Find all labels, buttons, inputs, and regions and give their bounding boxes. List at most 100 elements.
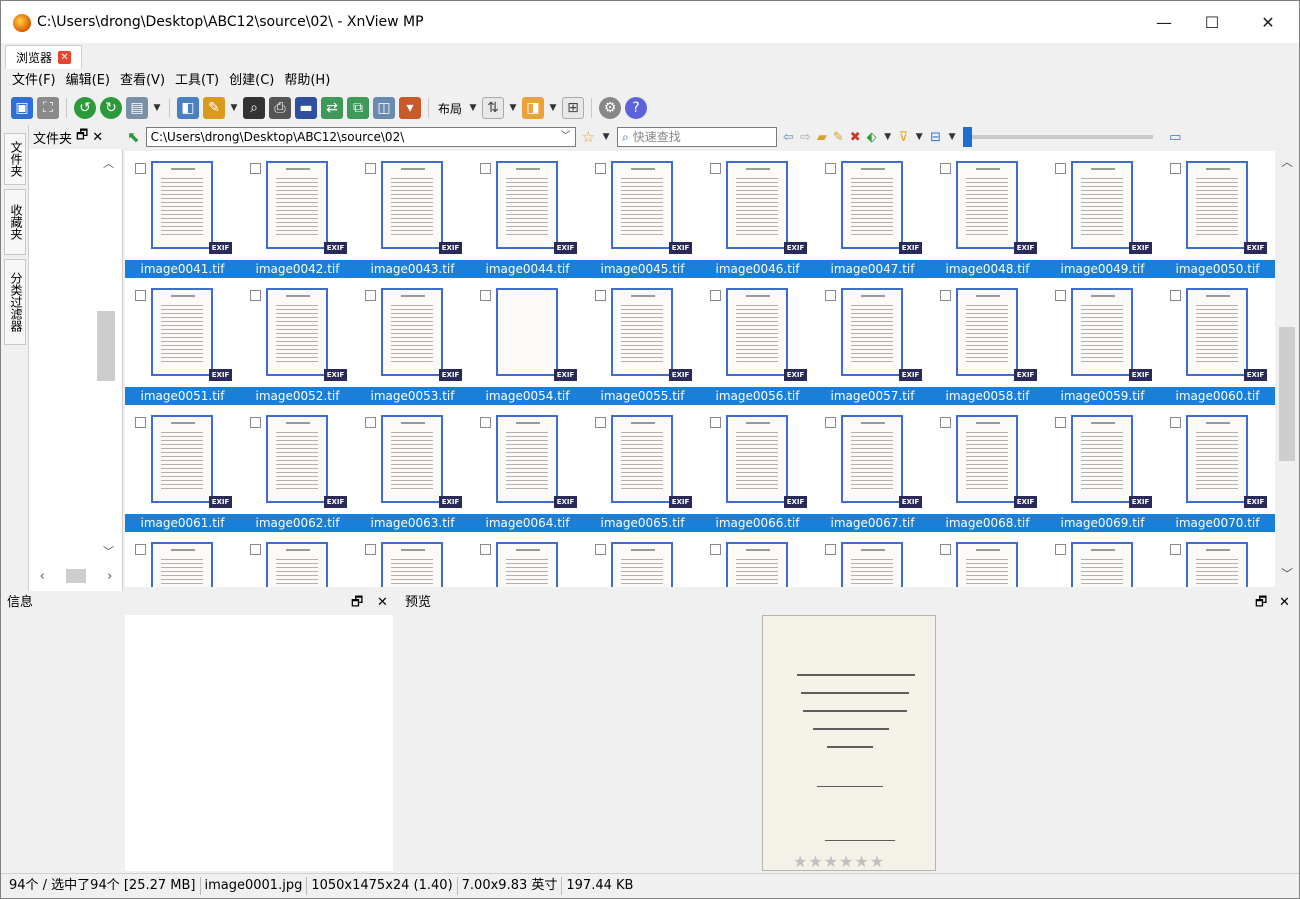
menu-view[interactable]: 查看(V): [115, 69, 170, 93]
thumbnail-filename[interactable]: image0064.tif: [470, 514, 585, 532]
thumbnail-image[interactable]: [611, 161, 673, 249]
thumbnail-image[interactable]: [1071, 415, 1133, 503]
thumbnail-item[interactable]: EXIF image0053.tif: [355, 278, 470, 405]
folder-scroll-thumb[interactable]: [97, 311, 115, 381]
thumbnail-filename[interactable]: image0046.tif: [700, 260, 815, 278]
thumbnail-item[interactable]: EXIF image0052.tif: [240, 278, 355, 405]
thumbnail-filename[interactable]: image0042.tif: [240, 260, 355, 278]
thumbnail-item[interactable]: [585, 532, 700, 587]
info-close-icon[interactable]: ✕: [377, 591, 388, 615]
maximize-button[interactable]: ☐: [1189, 7, 1235, 39]
thumbnail-item[interactable]: EXIF image0044.tif: [470, 151, 585, 278]
select-checkbox[interactable]: [1170, 417, 1181, 428]
thumbnail-item[interactable]: EXIF image0067.tif: [815, 405, 930, 532]
tag-dropdown-icon[interactable]: ▼: [883, 132, 893, 142]
menu-help[interactable]: 帮助(H): [279, 69, 335, 93]
new-folder-icon[interactable]: ▰: [817, 130, 827, 145]
rotate-left-icon[interactable]: ↺: [74, 97, 96, 119]
thumbnail-item[interactable]: [700, 532, 815, 587]
image-icon[interactable]: ▤: [126, 97, 148, 119]
fullscreen-icon[interactable]: ▣: [11, 97, 33, 119]
select-checkbox[interactable]: [1055, 163, 1066, 174]
thumbnail-item[interactable]: EXIF image0046.tif: [700, 151, 815, 278]
thumbnail-image[interactable]: [496, 161, 558, 249]
info-pin-icon[interactable]: 🗗: [351, 591, 363, 615]
grid-scroll-thumb[interactable]: [1279, 327, 1295, 461]
tab-close-icon[interactable]: ✕: [58, 51, 72, 64]
select-checkbox[interactable]: [1170, 163, 1181, 174]
grid-scroll-up-icon[interactable]: ︿: [1275, 153, 1299, 170]
select-checkbox[interactable]: [1170, 544, 1181, 555]
thumbnail-filename[interactable]: image0061.tif: [125, 514, 240, 532]
thumbnail-item[interactable]: EXIF image0066.tif: [700, 405, 815, 532]
path-input[interactable]: C:\Users\drong\Desktop\ABC12\source\02\ …: [145, 127, 576, 147]
settings-icon[interactable]: ⚙: [599, 97, 622, 119]
thumbnail-image[interactable]: [956, 542, 1018, 587]
thumbnail-item[interactable]: EXIF image0041.tif: [125, 151, 240, 278]
thumbnail-item[interactable]: EXIF image0049.tif: [1045, 151, 1160, 278]
scroll-down-icon[interactable]: ﹀: [103, 543, 114, 559]
thumbnail-filename[interactable]: image0065.tif: [585, 514, 700, 532]
thumbnail-image[interactable]: [266, 415, 328, 503]
edit-icon[interactable]: ✎: [203, 97, 225, 119]
tab-browser[interactable]: 浏览器 ✕: [5, 45, 83, 69]
select-checkbox[interactable]: [135, 163, 146, 174]
thumbnail-item[interactable]: EXIF image0064.tif: [470, 405, 585, 532]
select-checkbox[interactable]: [595, 417, 606, 428]
thumbnail-image[interactable]: [496, 415, 558, 503]
thumbnail-image[interactable]: [1071, 542, 1133, 587]
select-checkbox[interactable]: [595, 290, 606, 301]
thumbnail-image[interactable]: [841, 415, 903, 503]
select-checkbox[interactable]: [825, 163, 836, 174]
quick-search-input[interactable]: ⌕ 快速查找: [617, 127, 778, 147]
sort-icon[interactable]: ⇅: [482, 97, 505, 119]
thumbnail-image[interactable]: [151, 161, 213, 249]
thumbnail-item[interactable]: EXIF image0065.tif: [585, 405, 700, 532]
select-checkbox[interactable]: [940, 544, 951, 555]
minimize-button[interactable]: —: [1141, 7, 1187, 39]
select-checkbox[interactable]: [940, 417, 951, 428]
thumbnail-filename[interactable]: image0060.tif: [1160, 387, 1275, 405]
thumbnail-item[interactable]: EXIF image0063.tif: [355, 405, 470, 532]
thumbnail-size-slider[interactable]: [963, 127, 1154, 147]
preview-pin-icon[interactable]: 🗗: [1255, 591, 1267, 615]
sort-dropdown-icon[interactable]: ▼: [508, 103, 518, 113]
thumbnail-image[interactable]: [1186, 415, 1248, 503]
select-checkbox[interactable]: [250, 544, 261, 555]
select-checkbox[interactable]: [135, 544, 146, 555]
thumbnail-image[interactable]: [956, 288, 1018, 376]
thumbnail-filename[interactable]: image0069.tif: [1045, 514, 1160, 532]
menu-edit[interactable]: 编辑(E): [61, 69, 115, 93]
thumbnail-item[interactable]: EXIF image0057.tif: [815, 278, 930, 405]
thumbnail-item[interactable]: EXIF image0060.tif: [1160, 278, 1275, 405]
thumbnail-filename[interactable]: image0041.tif: [125, 260, 240, 278]
thumbnail-item[interactable]: EXIF image0047.tif: [815, 151, 930, 278]
thumbnail-item[interactable]: [930, 532, 1045, 587]
thumbnail-filename[interactable]: image0063.tif: [355, 514, 470, 532]
thumbnail-image[interactable]: [266, 542, 328, 587]
open-icon[interactable]: ◧: [177, 97, 199, 119]
thumbnail-filename[interactable]: image0043.tif: [355, 260, 470, 278]
thumbnail-item[interactable]: EXIF image0043.tif: [355, 151, 470, 278]
thumbnail-filename[interactable]: image0062.tif: [240, 514, 355, 532]
menu-file[interactable]: 文件(F): [7, 69, 61, 93]
thumbnail-filename[interactable]: image0055.tif: [585, 387, 700, 405]
thumbnail-item[interactable]: EXIF image0045.tif: [585, 151, 700, 278]
close-button[interactable]: ✕: [1245, 7, 1291, 39]
convert-icon[interactable]: ⇄: [321, 97, 343, 119]
go-up-icon[interactable]: ⬉: [127, 128, 140, 146]
batch-icon[interactable]: ⧉: [347, 97, 369, 119]
layout-dropdown-icon[interactable]: ▼: [468, 103, 478, 113]
thumbnail-image[interactable]: [611, 542, 673, 587]
thumbnail-image[interactable]: [496, 288, 558, 376]
select-checkbox[interactable]: [365, 163, 376, 174]
thumbnail-image[interactable]: [841, 161, 903, 249]
forward-icon[interactable]: ⇨: [800, 130, 811, 145]
thumbnail-filename[interactable]: image0049.tif: [1045, 260, 1160, 278]
select-checkbox[interactable]: [595, 544, 606, 555]
view-mode-icon[interactable]: ⊟: [930, 130, 941, 145]
select-checkbox[interactable]: [250, 290, 261, 301]
thumbnail-item[interactable]: EXIF image0069.tif: [1045, 405, 1160, 532]
thumbnail-image[interactable]: [611, 288, 673, 376]
edit-dropdown-icon[interactable]: ▼: [229, 103, 239, 113]
